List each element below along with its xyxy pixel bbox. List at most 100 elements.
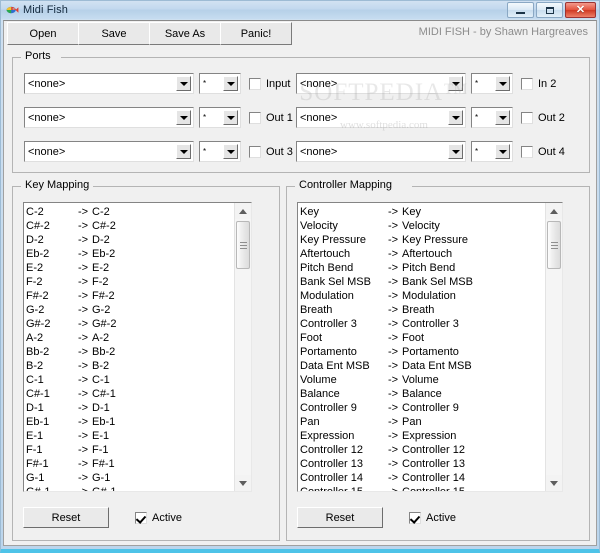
key-mapping-list[interactable]: C-2 -> C-2 C#-2 -> C#-2 D-2 -> D-2 Eb-2 -> Eb-2 E-2-… [23,202,252,492]
scroll-down-icon[interactable] [546,475,562,491]
list-item[interactable]: Pan -> Pan [300,415,545,429]
list-item[interactable]: Eb-2 -> Eb-2 [26,247,234,261]
close-button[interactable]: ✕ [565,2,596,18]
list-item[interactable]: E-2 -> E-2 [26,261,234,275]
chevron-down-icon[interactable] [448,76,463,91]
port-device-combo-out1[interactable]: <none> [24,107,194,128]
list-item[interactable]: A-2 -> A-2 [26,331,234,345]
port-channel-combo-out2[interactable]: * [471,107,513,128]
chevron-down-icon[interactable] [223,110,238,125]
port-enable-out3[interactable]: Out 3 [249,145,293,158]
panic-button[interactable]: Panic! [220,22,292,45]
chevron-down-icon[interactable] [495,144,510,159]
list-item[interactable]: C-1 -> C-1 [26,373,234,387]
port-channel-combo-out4[interactable]: * [471,141,513,162]
scroll-up-icon[interactable] [235,203,251,219]
port-channel-combo-input[interactable]: * [199,73,241,94]
key-mapping-scrollbar[interactable] [234,203,251,491]
port-checkbox-out4[interactable] [521,145,533,158]
controller-mapping-active-toggle[interactable]: Active [409,511,456,524]
list-item[interactable]: Bank Sel MSB -> Bank Sel MSB [300,275,545,289]
list-item[interactable]: F#-2 -> F#-2 [26,289,234,303]
list-item[interactable]: Pitch Bend -> Pitch Bend [300,261,545,275]
list-item[interactable]: F-1 -> F-1 [26,443,234,457]
chevron-down-icon[interactable] [495,76,510,91]
scrollbar-thumb[interactable] [236,221,250,269]
controller-mapping-scrollbar[interactable] [545,203,562,491]
list-item[interactable]: Controller 14 -> Controller 14 [300,471,545,485]
port-enable-out1[interactable]: Out 1 [249,111,293,124]
port-channel-combo-out3[interactable]: * [199,141,241,162]
key-mapping-active-checkbox[interactable] [135,511,147,524]
list-item[interactable]: G#-2 -> G#-2 [26,317,234,331]
port-enable-input[interactable]: Input [249,77,290,90]
port-enable-out2[interactable]: Out 2 [521,111,565,124]
maximize-button[interactable] [536,2,563,18]
list-item[interactable]: Controller 12 -> Controller 12 [300,443,545,457]
chevron-down-icon[interactable] [448,110,463,125]
title-bar[interactable]: Midi Fish ✕ [1,1,599,19]
list-item[interactable]: Key -> Key [300,205,545,219]
list-item[interactable]: Breath -> Breath [300,303,545,317]
port-channel-combo-in2[interactable]: * [471,73,513,94]
list-item[interactable]: Data Ent MSB -> Data Ent MSB [300,359,545,373]
port-checkbox-out2[interactable] [521,111,533,124]
port-device-combo-out4[interactable]: <none> [296,141,466,162]
controller-mapping-list[interactable]: Key -> Key Velocity -> Velocity Key Pressure ->… [297,202,563,492]
list-item[interactable]: Velocity -> Velocity [300,219,545,233]
list-item[interactable]: Balance -> Balance [300,387,545,401]
controller-mapping-active-checkbox[interactable] [409,511,421,524]
port-device-combo-out3[interactable]: <none> [24,141,194,162]
list-item[interactable]: Aftertouch -> Aftertouch [300,247,545,261]
list-item[interactable]: Bb-2 -> Bb-2 [26,345,234,359]
port-checkbox-out3[interactable] [249,145,261,158]
list-item[interactable]: B-2 -> B-2 [26,359,234,373]
list-item[interactable]: G#-1->G#-1 [26,485,234,491]
key-mapping-active-toggle[interactable]: Active [135,511,182,524]
chevron-down-icon[interactable] [495,110,510,125]
port-device-combo-out2[interactable]: <none> [296,107,466,128]
chevron-down-icon[interactable] [448,144,463,159]
list-item[interactable]: D-1 -> D-1 [26,401,234,415]
list-item[interactable]: C#-1 -> C#-1 [26,387,234,401]
port-checkbox-out1[interactable] [249,111,261,124]
chevron-down-icon[interactable] [176,144,191,159]
minimize-button[interactable] [507,2,534,18]
scroll-down-icon[interactable] [235,475,251,491]
list-item[interactable]: E-1 -> E-1 [26,429,234,443]
port-enable-out4[interactable]: Out 4 [521,145,565,158]
save-button[interactable]: Save [78,22,150,45]
port-device-combo-input[interactable]: <none> [24,73,194,94]
list-item[interactable]: Modulation -> Modulation [300,289,545,303]
port-checkbox-in2[interactable] [521,77,533,90]
list-item[interactable]: Controller 9 -> Controller 9 [300,401,545,415]
list-item[interactable]: F-2 -> F-2 [26,275,234,289]
port-device-combo-in2[interactable]: <none> [296,73,466,94]
save-as-button[interactable]: Save As [149,22,221,45]
controller-mapping-reset-button[interactable]: Reset [297,507,383,528]
list-item[interactable]: G-2 -> G-2 [26,303,234,317]
scroll-up-icon[interactable] [546,203,562,219]
list-item[interactable]: Foot -> Foot [300,331,545,345]
list-item[interactable]: Volume -> Volume [300,373,545,387]
port-channel-combo-out1[interactable]: * [199,107,241,128]
chevron-down-icon[interactable] [223,76,238,91]
chevron-down-icon[interactable] [176,110,191,125]
port-checkbox-input[interactable] [249,77,261,90]
list-item[interactable]: Key Pressure -> Key Pressure [300,233,545,247]
scrollbar-thumb[interactable] [547,221,561,269]
open-button[interactable]: Open [7,22,79,45]
list-item[interactable]: D-2 -> D-2 [26,233,234,247]
list-item[interactable]: G-1 -> G-1 [26,471,234,485]
port-enable-in2[interactable]: In 2 [521,77,556,90]
list-item[interactable]: Expression -> Expression [300,429,545,443]
chevron-down-icon[interactable] [176,76,191,91]
list-item[interactable]: F#-1 -> F#-1 [26,457,234,471]
list-item[interactable]: Controller 13 -> Controller 13 [300,457,545,471]
key-mapping-reset-button[interactable]: Reset [23,507,109,528]
list-item[interactable]: Portamento -> Portamento [300,345,545,359]
chevron-down-icon[interactable] [223,144,238,159]
list-item[interactable]: C#-2 -> C#-2 [26,219,234,233]
list-item[interactable]: Eb-1 -> Eb-1 [26,415,234,429]
list-item[interactable]: Controller 3 -> Controller 3 [300,317,545,331]
